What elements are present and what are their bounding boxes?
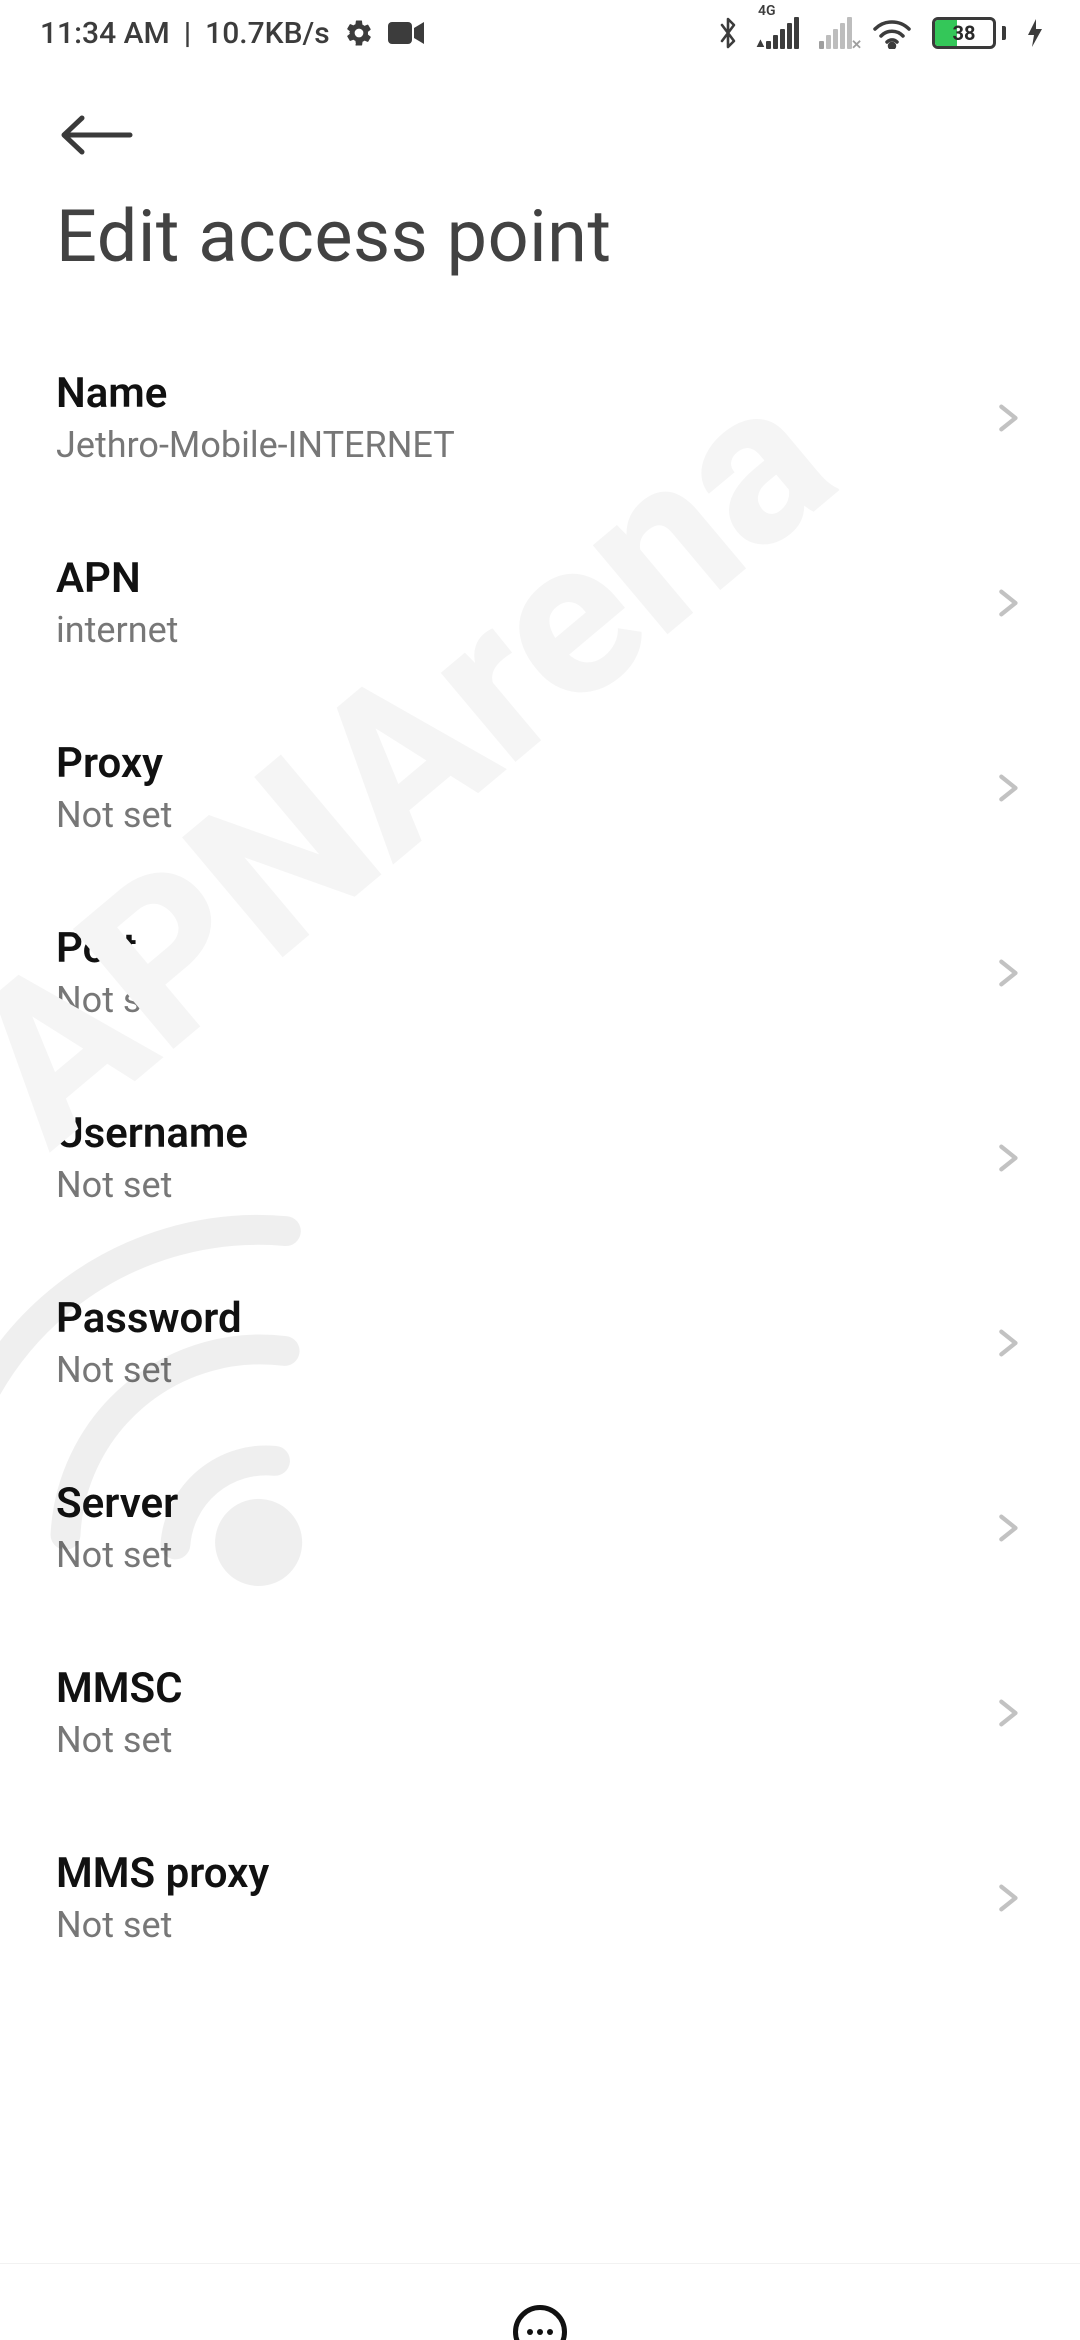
back-button[interactable] [56,110,1024,164]
field-port-value: Not set [56,979,172,1021]
field-proxy-label: Proxy [56,739,172,788]
field-server-value: Not set [56,1534,178,1576]
toolbar [0,66,1080,174]
cellular-signal-secondary-icon: ✕ [819,17,852,49]
field-name-label: Name [56,369,455,418]
row-apn[interactable]: APN internet [56,518,1024,703]
status-bar: 11:34 AM | 10.7KB/s 4G ▲ ✕ 38 [0,0,1080,66]
chevron-right-icon [990,956,1024,990]
chevron-right-icon [990,771,1024,805]
row-mms-proxy[interactable]: MMS proxy Not set [56,1813,1024,1998]
field-name-value: Jethro-Mobile-INTERNET [56,424,455,466]
battery-percentage: 38 [953,21,976,45]
action-bar: More [0,2263,1080,2340]
page-title: Edit access point [0,174,1080,333]
camera-icon [388,20,424,46]
battery-indicator: 38 [932,17,1006,49]
field-username-label: Username [56,1109,248,1158]
field-apn-label: APN [56,554,178,603]
chevron-right-icon [990,1326,1024,1360]
chevron-right-icon [990,401,1024,435]
settings-list: APNArena Name Jethro-Mobile-INTERNET APN… [0,333,1080,2263]
row-server[interactable]: Server Not set [56,1443,1024,1628]
row-name[interactable]: Name Jethro-Mobile-INTERNET [56,333,1024,518]
chevron-right-icon [990,1511,1024,1545]
no-signal-x-icon: ✕ [851,38,862,53]
field-password-value: Not set [56,1349,242,1391]
chevron-right-icon [990,1141,1024,1175]
charging-bolt-icon [1026,19,1044,47]
field-apn-value: internet [56,609,178,651]
more-horizontal-icon [513,2305,567,2340]
field-port-label: Port [56,924,172,973]
status-separator: | [184,16,191,51]
field-mmsc-label: MMSC [56,1664,183,1713]
chevron-right-icon [990,1881,1024,1915]
row-password[interactable]: Password Not set [56,1258,1024,1443]
cellular-4g-label: 4G [758,3,776,19]
status-left: 11:34 AM | 10.7KB/s [40,16,424,51]
field-password-label: Password [56,1294,242,1343]
field-mmsc-value: Not set [56,1719,183,1761]
field-username-value: Not set [56,1164,248,1206]
field-mms-proxy-value: Not set [56,1904,269,1946]
arrow-up-icon: ▲ [754,35,767,51]
status-time: 11:34 AM [40,16,170,51]
status-net-speed: 10.7KB/s [205,16,330,51]
field-proxy-value: Not set [56,794,172,836]
row-port[interactable]: Port Not set [56,888,1024,1073]
bluetooth-icon [716,16,746,50]
row-mmsc[interactable]: MMSC Not set [56,1628,1024,1813]
chevron-right-icon [990,586,1024,620]
more-button[interactable]: More [505,2305,574,2340]
row-proxy[interactable]: Proxy Not set [56,703,1024,888]
field-server-label: Server [56,1479,178,1528]
chevron-right-icon [990,1696,1024,1730]
field-mms-proxy-label: MMS proxy [56,1849,269,1898]
status-right: 4G ▲ ✕ 38 [716,16,1044,50]
gear-icon [344,18,374,48]
wifi-icon [872,17,912,49]
arrow-left-icon [56,110,136,160]
row-username[interactable]: Username Not set [56,1073,1024,1258]
cellular-signal-primary-icon: 4G ▲ [766,17,799,49]
